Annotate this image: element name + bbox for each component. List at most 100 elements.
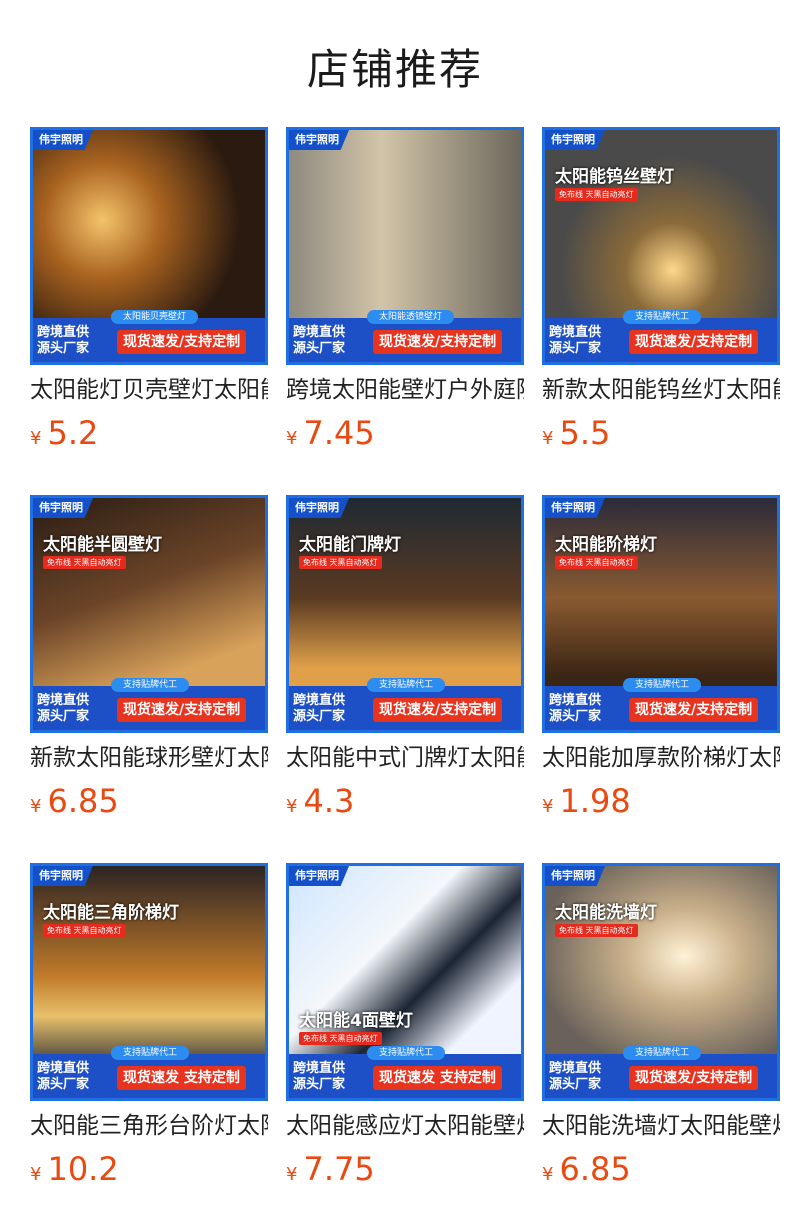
product-name[interactable]: 新款太阳能球形壁灯太阳能 bbox=[30, 741, 268, 775]
stock-badge: 现货速发/支持定制 bbox=[629, 1066, 759, 1090]
promo-ribbon: 支持贴牌代工 bbox=[367, 678, 446, 692]
promo-banner: 支持贴牌代工 跨境直供 源头厂家 现货速发 支持定制 bbox=[289, 1046, 521, 1098]
product-price: ¥5.5 bbox=[542, 414, 611, 452]
product-image[interactable]: 伟宇照明 太阳能阶梯灯 免布线 天黑自动亮灯 支持贴牌代工 跨境直供 源头厂家 现… bbox=[542, 495, 780, 733]
overlay-title: 太阳能半圆壁灯 bbox=[43, 535, 162, 555]
origin-label: 跨境直供 源头厂家 bbox=[293, 693, 346, 724]
brand-tag: 伟宇照明 bbox=[289, 130, 349, 150]
product-price: ¥6.85 bbox=[542, 1150, 631, 1188]
overlay-subtitle: 免布线 天黑自动亮灯 bbox=[43, 924, 126, 937]
overlay-title: 太阳能洗墙灯 bbox=[555, 903, 657, 923]
page-title: 店铺推荐 bbox=[306, 45, 483, 94]
product-card[interactable]: 伟宇照明 太阳能三角阶梯灯 免布线 天黑自动亮灯 支持贴牌代工 跨境直供 源头厂家… bbox=[30, 863, 268, 1189]
promo-banner: 支持贴牌代工 跨境直供 源头厂家 现货速发/支持定制 bbox=[545, 678, 777, 730]
product-name[interactable]: 太阳能洗墙灯太阳能壁灯 bbox=[542, 1109, 780, 1143]
product-card[interactable]: 伟宇照明 太阳能阶梯灯 免布线 天黑自动亮灯 支持贴牌代工 跨境直供 源头厂家 现… bbox=[542, 495, 780, 821]
overlay-subtitle: 免布线 天黑自动亮灯 bbox=[555, 556, 638, 569]
promo-ribbon: 支持贴牌代工 bbox=[111, 678, 190, 692]
product-image[interactable]: 伟宇照明 太阳能钨丝壁灯 免布线 天黑自动亮灯 支持贴牌代工 跨境直供 源头厂家 … bbox=[542, 127, 780, 365]
overlay-subtitle: 免布线 天黑自动亮灯 bbox=[555, 188, 638, 201]
product-card[interactable]: 伟宇照明 太阳能钨丝壁灯 免布线 天黑自动亮灯 支持贴牌代工 跨境直供 源头厂家 … bbox=[542, 127, 780, 453]
product-name[interactable]: 太阳能中式门牌灯太阳能 bbox=[286, 741, 524, 775]
brand-tag: 伟宇照明 bbox=[545, 130, 605, 150]
brand-tag: 伟宇照明 bbox=[33, 866, 93, 886]
product-card[interactable]: 伟宇照明 太阳能洗墙灯 免布线 天黑自动亮灯 支持贴牌代工 跨境直供 源头厂家 现… bbox=[542, 863, 780, 1189]
promo-banner: 支持贴牌代工 跨境直供 源头厂家 现货速发/支持定制 bbox=[545, 310, 777, 362]
overlay-title: 太阳能三角阶梯灯 bbox=[43, 903, 179, 923]
product-card[interactable]: 伟宇照明 太阳能门牌灯 免布线 天黑自动亮灯 支持贴牌代工 跨境直供 源头厂家 现… bbox=[286, 495, 524, 821]
promo-banner: 支持贴牌代工 跨境直供 源头厂家 现货速发/支持定制 bbox=[289, 678, 521, 730]
stock-badge: 现货速发/支持定制 bbox=[373, 330, 503, 354]
product-image[interactable]: 伟宇照明 太阳能门牌灯 免布线 天黑自动亮灯 支持贴牌代工 跨境直供 源头厂家 现… bbox=[286, 495, 524, 733]
origin-label: 跨境直供 源头厂家 bbox=[549, 1061, 602, 1092]
stock-badge: 现货速发/支持定制 bbox=[117, 698, 247, 722]
product-card[interactable]: 伟宇照明 太阳能透镜壁灯 跨境直供 源头厂家 现货速发/支持定制 跨境太阳能壁灯户… bbox=[286, 127, 524, 453]
product-price: ¥7.45 bbox=[286, 414, 375, 452]
product-price: ¥4.3 bbox=[286, 782, 355, 820]
product-price: ¥1.98 bbox=[542, 782, 631, 820]
promo-ribbon: 支持贴牌代工 bbox=[623, 678, 702, 692]
stock-badge: 现货速发/支持定制 bbox=[629, 330, 759, 354]
product-price: ¥5.2 bbox=[30, 414, 99, 452]
promo-banner: 支持贴牌代工 跨境直供 源头厂家 现货速发/支持定制 bbox=[33, 678, 265, 730]
currency-symbol: ¥ bbox=[542, 796, 554, 817]
product-name[interactable]: 太阳能三角形台阶灯太阳能 bbox=[30, 1109, 268, 1143]
product-price: ¥10.2 bbox=[30, 1150, 119, 1188]
product-price: ¥6.85 bbox=[30, 782, 119, 820]
product-price: ¥7.75 bbox=[286, 1150, 375, 1188]
promo-ribbon: 支持贴牌代工 bbox=[623, 310, 702, 324]
promo-banner: 支持贴牌代工 跨境直供 源头厂家 现货速发 支持定制 bbox=[33, 1046, 265, 1098]
currency-symbol: ¥ bbox=[30, 796, 42, 817]
overlay-title: 太阳能钨丝壁灯 bbox=[555, 167, 674, 187]
promo-ribbon: 太阳能贝壳壁灯 bbox=[111, 310, 199, 324]
currency-symbol: ¥ bbox=[542, 428, 554, 449]
stock-badge: 现货速发 支持定制 bbox=[117, 1066, 246, 1090]
promo-banner: 太阳能透镜壁灯 跨境直供 源头厂家 现货速发/支持定制 bbox=[289, 310, 521, 362]
origin-label: 跨境直供 源头厂家 bbox=[37, 693, 90, 724]
origin-label: 跨境直供 源头厂家 bbox=[549, 325, 602, 356]
product-image[interactable]: 伟宇照明 太阳能三角阶梯灯 免布线 天黑自动亮灯 支持贴牌代工 跨境直供 源头厂家… bbox=[30, 863, 268, 1101]
product-name[interactable]: 太阳能感应灯太阳能壁灯 bbox=[286, 1109, 524, 1143]
product-image[interactable]: 伟宇照明 太阳能透镜壁灯 跨境直供 源头厂家 现货速发/支持定制 bbox=[286, 127, 524, 365]
currency-symbol: ¥ bbox=[542, 1164, 554, 1185]
brand-tag: 伟宇照明 bbox=[33, 130, 93, 150]
product-card[interactable]: 伟宇照明 太阳能4面壁灯 免布线 天黑自动亮灯 支持贴牌代工 跨境直供 源头厂家 … bbox=[286, 863, 524, 1189]
brand-tag: 伟宇照明 bbox=[545, 498, 605, 518]
overlay-title: 太阳能阶梯灯 bbox=[555, 535, 657, 555]
promo-ribbon: 支持贴牌代工 bbox=[367, 1046, 446, 1060]
promo-banner: 太阳能贝壳壁灯 跨境直供 源头厂家 现货速发/支持定制 bbox=[33, 310, 265, 362]
product-image[interactable]: 伟宇照明 太阳能半圆壁灯 免布线 天黑自动亮灯 支持贴牌代工 跨境直供 源头厂家 … bbox=[30, 495, 268, 733]
product-image[interactable]: 伟宇照明 太阳能4面壁灯 免布线 天黑自动亮灯 支持贴牌代工 跨境直供 源头厂家 … bbox=[286, 863, 524, 1101]
promo-banner: 支持贴牌代工 跨境直供 源头厂家 现货速发/支持定制 bbox=[545, 1046, 777, 1098]
brand-tag: 伟宇照明 bbox=[289, 866, 349, 886]
overlay-subtitle: 免布线 天黑自动亮灯 bbox=[43, 556, 126, 569]
product-image[interactable]: 伟宇照明 太阳能洗墙灯 免布线 天黑自动亮灯 支持贴牌代工 跨境直供 源头厂家 现… bbox=[542, 863, 780, 1101]
promo-ribbon: 支持贴牌代工 bbox=[111, 1046, 190, 1060]
overlay-title: 太阳能门牌灯 bbox=[299, 535, 401, 555]
product-name[interactable]: 跨境太阳能壁灯户外庭院 bbox=[286, 373, 524, 407]
promo-ribbon: 支持贴牌代工 bbox=[623, 1046, 702, 1060]
currency-symbol: ¥ bbox=[286, 428, 298, 449]
brand-tag: 伟宇照明 bbox=[33, 498, 93, 518]
product-image[interactable]: 伟宇照明 太阳能贝壳壁灯 跨境直供 源头厂家 现货速发/支持定制 bbox=[30, 127, 268, 365]
origin-label: 跨境直供 源头厂家 bbox=[37, 325, 90, 356]
origin-label: 跨境直供 源头厂家 bbox=[549, 693, 602, 724]
currency-symbol: ¥ bbox=[30, 428, 42, 449]
product-name[interactable]: 太阳能加厚款阶梯灯太阳能 bbox=[542, 741, 780, 775]
stock-badge: 现货速发/支持定制 bbox=[373, 698, 503, 722]
stock-badge: 现货速发 支持定制 bbox=[373, 1066, 502, 1090]
stock-badge: 现货速发/支持定制 bbox=[629, 698, 759, 722]
overlay-subtitle: 免布线 天黑自动亮灯 bbox=[555, 924, 638, 937]
promo-ribbon: 太阳能透镜壁灯 bbox=[367, 310, 455, 324]
stock-badge: 现货速发/支持定制 bbox=[117, 330, 247, 354]
product-name[interactable]: 新款太阳能钨丝灯太阳能 bbox=[542, 373, 780, 407]
overlay-subtitle: 免布线 天黑自动亮灯 bbox=[299, 1032, 382, 1045]
overlay-title: 太阳能4面壁灯 bbox=[299, 1011, 413, 1031]
brand-tag: 伟宇照明 bbox=[545, 866, 605, 886]
origin-label: 跨境直供 源头厂家 bbox=[293, 325, 346, 356]
product-card[interactable]: 伟宇照明 太阳能半圆壁灯 免布线 天黑自动亮灯 支持贴牌代工 跨境直供 源头厂家 … bbox=[30, 495, 268, 821]
product-card[interactable]: 伟宇照明 太阳能贝壳壁灯 跨境直供 源头厂家 现货速发/支持定制 太阳能灯贝壳壁灯… bbox=[30, 127, 268, 453]
brand-tag: 伟宇照明 bbox=[289, 498, 349, 518]
product-name[interactable]: 太阳能灯贝壳壁灯太阳能户外 bbox=[30, 373, 268, 407]
currency-symbol: ¥ bbox=[286, 1164, 298, 1185]
